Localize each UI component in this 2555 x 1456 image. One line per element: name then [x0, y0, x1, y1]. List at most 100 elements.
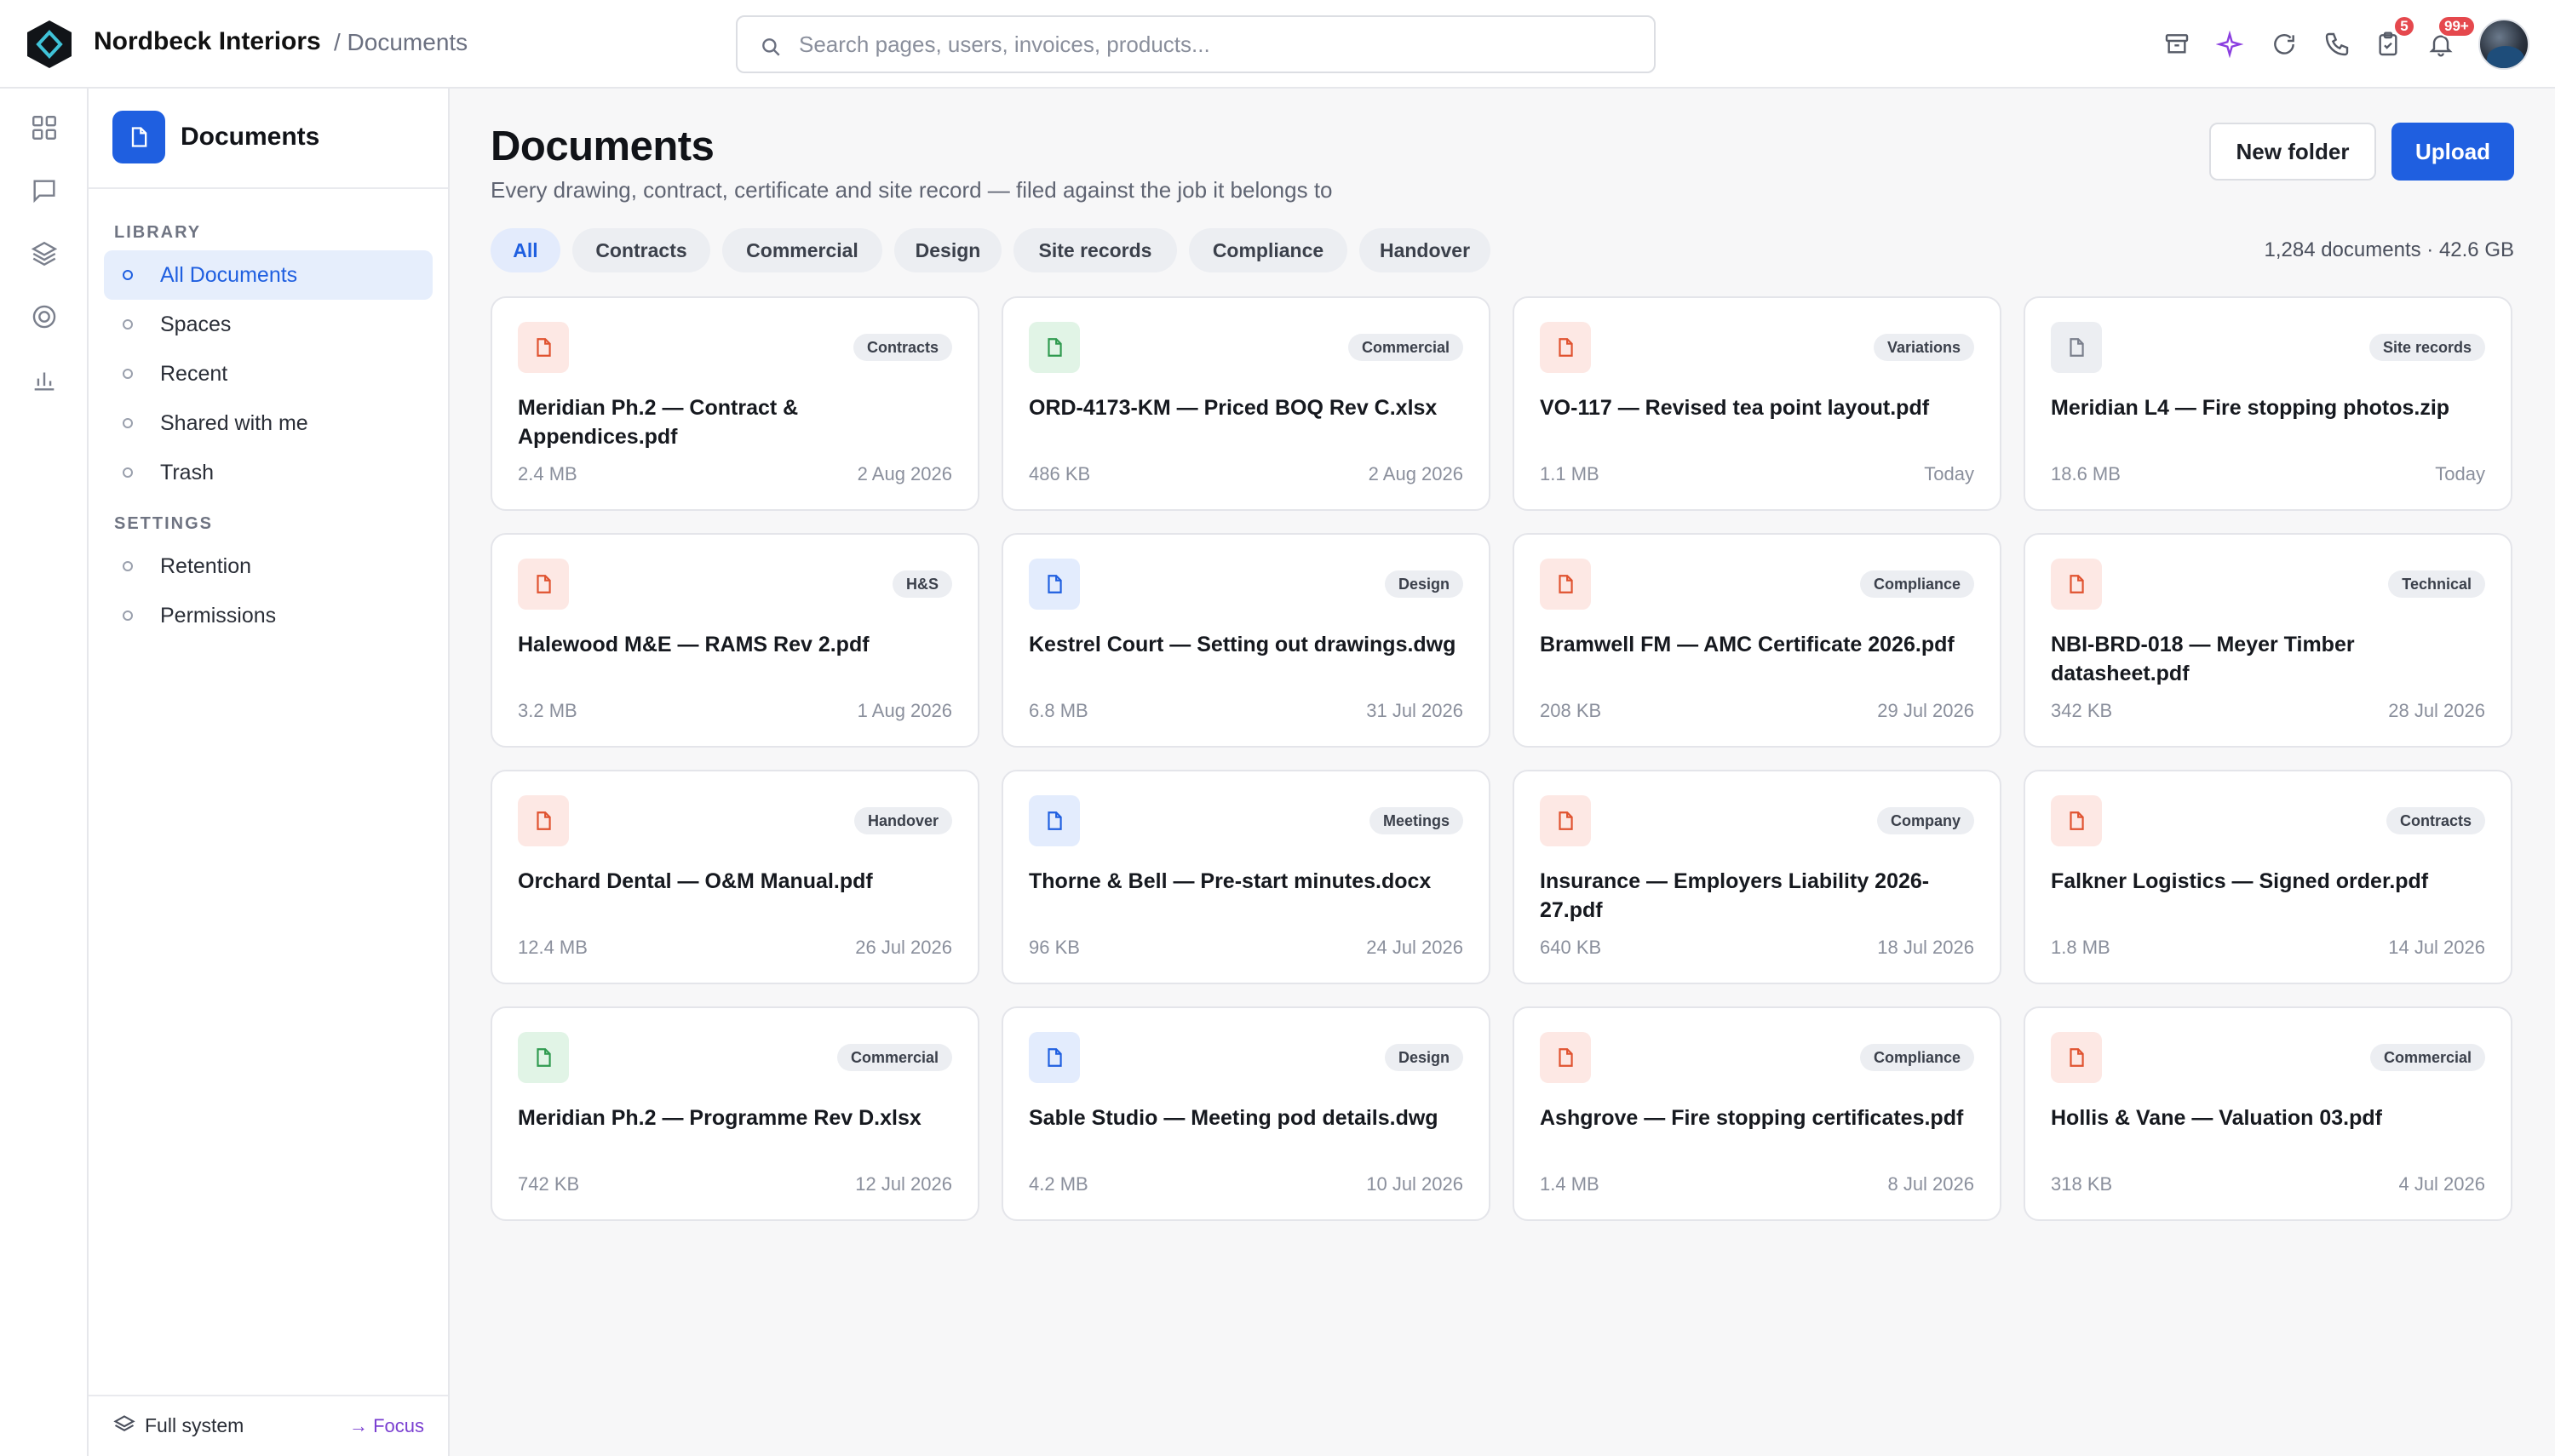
sparkle-icon[interactable]	[2211, 26, 2248, 63]
settings-section-label: SETTINGS	[114, 514, 214, 533]
pdf-file-icon	[518, 795, 569, 846]
page-title: Documents	[491, 123, 715, 169]
document-tag: Design	[1384, 570, 1463, 598]
document-date: 2 Aug 2026	[857, 463, 952, 484]
target-icon[interactable]	[26, 298, 63, 335]
pdf-file-icon	[2051, 559, 2102, 610]
document-name: Orchard Dental — O&M Manual.pdf	[518, 869, 873, 893]
filter-chip-contracts[interactable]: Contracts	[572, 228, 710, 272]
refresh-icon[interactable]	[2265, 26, 2303, 63]
layers-icon	[113, 1415, 135, 1432]
upload-button[interactable]: Upload	[2391, 123, 2514, 181]
document-date: 10 Jul 2026	[1366, 1173, 1463, 1195]
tasks-icon[interactable]: 5	[2369, 15, 2415, 63]
filter-chip-design[interactable]: Design	[894, 228, 1002, 272]
document-size: 18.6 MB	[2051, 463, 2121, 484]
document-card[interactable]: Compliance Bramwell FM — AMC Certificate …	[1513, 533, 2001, 748]
document-card[interactable]: Design Sable Studio — Meeting pod details…	[1002, 1006, 1490, 1221]
document-card[interactable]: Meetings Thorne & Bell — Pre-start minute…	[1002, 770, 1490, 984]
filter-chip-all[interactable]: All	[491, 228, 560, 272]
sidebar-item-retention[interactable]: Retention	[104, 542, 433, 591]
document-name: Sable Studio — Meeting pod details.dwg	[1029, 1106, 1438, 1130]
bullet-icon	[123, 610, 133, 621]
sidebar-item-all-documents[interactable]: All Documents	[104, 250, 433, 300]
document-card[interactable]: Commercial ORD-4173-KM — Priced BOQ Rev C…	[1002, 296, 1490, 511]
bullet-icon	[123, 561, 133, 571]
company-logo[interactable]	[26, 19, 73, 70]
document-tag: Contracts	[2386, 807, 2485, 834]
document-tag: Technical	[2388, 570, 2485, 598]
global-search[interactable]	[736, 15, 1656, 73]
pdf-file-icon	[1540, 559, 1591, 610]
sidebar-title: Documents	[181, 123, 320, 151]
grid-icon[interactable]	[26, 109, 63, 146]
spreadsheet-file-icon	[1029, 322, 1080, 373]
document-name: Halewood M&E — RAMS Rev 2.pdf	[518, 633, 870, 656]
document-name: Insurance — Employers Liability 2026-27.…	[1540, 869, 1930, 922]
layers-icon[interactable]	[26, 235, 63, 272]
brand-name[interactable]: Nordbeck Interiors	[94, 27, 321, 56]
tasks-badge: 5	[2393, 15, 2415, 37]
document-card[interactable]: Company Insurance — Employers Liability 2…	[1513, 770, 2001, 984]
document-date: Today	[2435, 463, 2485, 484]
breadcrumb[interactable]: / Documents	[334, 29, 468, 56]
search-input[interactable]	[799, 27, 1633, 61]
document-card[interactable]: Compliance Ashgrove — Fire stopping certi…	[1513, 1006, 2001, 1221]
sidebar-item-trash[interactable]: Trash	[104, 448, 433, 497]
documents-count: 1,284 documents · 42.6 GB	[2264, 238, 2514, 261]
archive-icon[interactable]	[2158, 26, 2196, 63]
document-card[interactable]: Commercial Meridian Ph.2 — Programme Rev …	[491, 1006, 979, 1221]
document-size: 640 KB	[1540, 937, 1602, 958]
sidebar-header: Documents	[89, 89, 448, 189]
bullet-icon	[123, 270, 133, 280]
document-size: 318 KB	[2051, 1173, 2113, 1195]
document-card[interactable]: Contracts Falkner Logistics — Signed orde…	[2024, 770, 2512, 984]
document-name: NBI-BRD-018 — Meyer Timber datasheet.pdf	[2051, 633, 2355, 685]
drawing-file-icon	[1029, 559, 1080, 610]
document-name: Thorne & Bell — Pre-start minutes.docx	[1029, 869, 1432, 893]
full-system-toggle[interactable]: Full system	[112, 1413, 244, 1437]
filter-chip-site-records[interactable]: Site records	[1013, 228, 1177, 272]
document-card[interactable]: Contracts Meridian Ph.2 — Contract & Appe…	[491, 296, 979, 511]
filter-chip-compliance[interactable]: Compliance	[1189, 228, 1347, 272]
sidebar-item-permissions[interactable]: Permissions	[104, 591, 433, 640]
pdf-file-icon	[1540, 795, 1591, 846]
document-card[interactable]: Commercial Hollis & Vane — Valuation 03.p…	[2024, 1006, 2512, 1221]
document-card[interactable]: Site records Meridian L4 — Fire stopping …	[2024, 296, 2512, 511]
focus-link[interactable]: → Focus	[349, 1415, 424, 1437]
sidebar-item-recent[interactable]: Recent	[104, 349, 433, 398]
document-date: 29 Jul 2026	[1877, 700, 1974, 721]
document-size: 486 KB	[1029, 463, 1091, 484]
sidebar-item-shared-with-me[interactable]: Shared with me	[104, 398, 433, 448]
full-system-label: Full system	[145, 1413, 244, 1436]
document-date: 12 Jul 2026	[855, 1173, 952, 1195]
document-name: Falkner Logistics — Signed order.pdf	[2051, 869, 2429, 893]
document-card[interactable]: Handover Orchard Dental — O&M Manual.pdf 1…	[491, 770, 979, 984]
user-avatar[interactable]	[2478, 19, 2529, 70]
document-name: Kestrel Court — Setting out drawings.dwg	[1029, 633, 1456, 656]
filter-chip-handover[interactable]: Handover	[1359, 228, 1490, 272]
archive-file-icon	[2051, 322, 2102, 373]
document-card[interactable]: Variations VO-117 — Revised tea point lay…	[1513, 296, 2001, 511]
filter-chip-commercial[interactable]: Commercial	[722, 228, 882, 272]
document-date: 28 Jul 2026	[2388, 700, 2485, 721]
document-card[interactable]: Technical NBI-BRD-018 — Meyer Timber data…	[2024, 533, 2512, 748]
document-card[interactable]: H&S Halewood M&E — RAMS Rev 2.pdf 3.2 MB 1 …	[491, 533, 979, 748]
pdf-file-icon	[2051, 795, 2102, 846]
sidebar-item-spaces[interactable]: Spaces	[104, 300, 433, 349]
bar-chart-icon[interactable]	[26, 361, 63, 398]
document-size: 3.2 MB	[518, 700, 577, 721]
pdf-file-icon	[1540, 1032, 1591, 1083]
bell-icon[interactable]: 99+	[2422, 15, 2476, 63]
document-size: 1.1 MB	[1540, 463, 1599, 484]
spreadsheet-file-icon	[518, 1032, 569, 1083]
document-name: Meridian Ph.2 — Contract & Appendices.pd…	[518, 396, 799, 449]
phone-icon[interactable]	[2318, 26, 2356, 63]
document-tag: Handover	[853, 807, 952, 834]
document-card[interactable]: Design Kestrel Court — Setting out drawin…	[1002, 533, 1490, 748]
new-folder-button[interactable]: New folder	[2209, 123, 2376, 181]
document-size: 342 KB	[2051, 700, 2113, 721]
chat-icon[interactable]	[26, 172, 63, 209]
pdf-file-icon	[518, 559, 569, 610]
document-tag: Commercial	[1347, 334, 1463, 361]
